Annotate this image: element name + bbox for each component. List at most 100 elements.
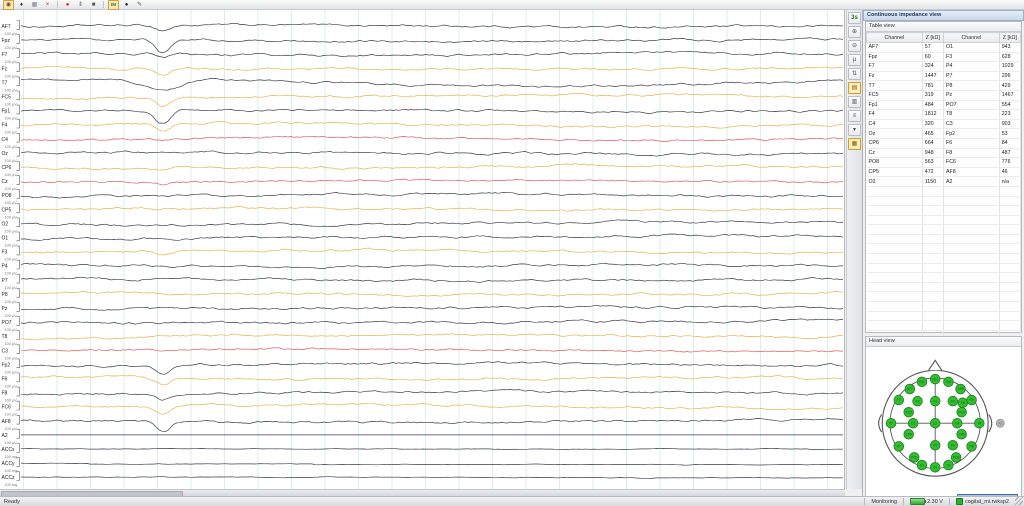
view-mode-button[interactable]: ▤ [848,82,861,94]
impedance-cell: 776 [999,158,1020,168]
svg-text:100 µV: 100 µV [5,173,18,177]
resize-grip[interactable] [1015,497,1023,505]
electrode-label: CP5 [905,432,912,436]
impedance-row: Fpz60F3628 [867,52,1021,62]
svg-text:100 µV: 100 µV [5,356,18,360]
status-monitoring: Monitoring [868,499,900,505]
eeg-trace-ACCx [21,448,843,449]
svg-text:ACCx: ACCx [2,447,16,453]
annotate-icon[interactable]: ✎ [134,0,145,10]
svg-text:100 µV: 100 µV [5,385,18,389]
battery-icon [910,498,925,505]
svg-text:A2: A2 [2,433,8,439]
impedance-cell: Cz [867,148,923,158]
impedance-cell: 781 [922,81,943,91]
svg-text:Fp2: Fp2 [2,362,11,368]
impedance-empty-row [867,292,1021,302]
impedance-cell: CP5 [867,167,923,177]
pause-icon[interactable]: ‖ [75,0,86,10]
electrode-label: Pz [933,443,937,447]
electrode-label: T7 [889,421,893,425]
monitor-icon[interactable]: ◉ [3,0,14,10]
eeg-trace-CP6 [21,164,843,171]
timebase-button[interactable]: 3s [848,12,861,24]
impedance-cell: AF7 [867,43,923,53]
impedance-empty-row [867,282,1021,292]
impedance-panel-title: Continuous impedance view [863,10,1024,21]
stop-monitor-icon[interactable]: × [42,0,53,10]
svg-text:100 mg: 100 mg [5,483,18,487]
record-icon[interactable]: ● [62,0,73,10]
impedance-cell: 903 [999,119,1020,129]
svg-text:P7: P7 [2,278,8,284]
svg-text:100 µV: 100 µV [5,399,18,403]
zoom-out-button[interactable]: ⊖ [848,40,861,52]
svg-text:PO8: PO8 [2,193,12,199]
impedance-check-icon[interactable]: IM [108,0,119,10]
impedance-cell: 57 [922,43,943,53]
zoom-in-button[interactable]: ⊕ [848,26,861,38]
impedance-cell: T8 [943,110,999,120]
impedance-cell: 563 [922,158,943,168]
table-view-label: Table view [866,22,1021,32]
svg-text:100 µV: 100 µV [5,427,18,431]
impedance-cell: 472 [922,167,943,177]
svg-text:T7: T7 [2,80,8,86]
eeg-trace-ACCz [21,477,843,479]
svg-text:F8: F8 [2,391,8,397]
impedance-cell: C3 [943,119,999,129]
svg-text:Pz: Pz [2,306,8,312]
electrode-label: Fz [933,399,937,403]
eeg-trace-AF8 [21,418,843,431]
impedance-view-button[interactable]: ▦ [848,138,861,150]
toolbar-separator [103,1,104,8]
electrode-label: AF7 [906,387,912,391]
svg-text:100 µV: 100 µV [5,244,18,248]
status-battery: 2.30 V [907,498,946,505]
impedance-row: F7324P41029 [867,62,1021,72]
svg-text:100 µV: 100 µV [5,103,18,107]
svg-text:F4: F4 [2,123,8,129]
electrode-label: Cz [933,421,937,425]
electrode-label: O2 [946,463,951,467]
eeg-trace-Fz [21,66,843,75]
horizontal-scrollbar[interactable] [0,489,845,496]
impedance-cell: Fz [867,71,923,81]
battery-voltage: 2.30 V [927,499,943,505]
svg-text:100 µV: 100 µV [5,286,18,290]
svg-text:FC6: FC6 [2,405,12,411]
table-view-group: Table view ChannelZ [kΩ]ChannelZ [kΩ] AF… [865,21,1022,333]
svg-text:P8: P8 [2,292,8,298]
impedance-cell: P7 [943,71,999,81]
electrode-label: A2 [998,421,1002,425]
workspace-icon[interactable]: ▦ [29,0,40,10]
eeg-trace-Fpz [21,38,843,53]
test-signal-icon[interactable]: ● [121,0,132,10]
impedance-cell: P8 [943,81,999,91]
electrode-label: FC6 [958,410,964,414]
impedance-cell: 53 [999,129,1020,139]
impedance-row: AF757O1943 [867,43,1021,53]
svg-text:100 µV: 100 µV [5,370,18,374]
impedance-cell: Oz [867,129,923,139]
svg-text:AF7: AF7 [2,24,11,30]
eeg-trace-CP5 [21,207,843,212]
impedance-cell: 1812 [922,110,943,120]
scale-arrows-button[interactable]: ⇅ [848,68,861,80]
svg-text:ACCz: ACCz [2,475,16,481]
impedance-cell: O1 [943,43,999,53]
impedance-column-header: Channel [867,33,923,43]
impedance-cell: P4 [943,62,999,72]
overlay-button[interactable]: ▥ [848,96,861,108]
svg-text:Cz: Cz [2,179,9,185]
electrode-label: P7 [896,445,900,449]
stop-record-icon[interactable]: ■ [88,0,99,10]
baseline-button[interactable]: ≡ [848,110,861,122]
main-toolbar: ◉♦▦×●‖■IM●✎ [0,0,1024,10]
marker-button[interactable]: ▾ [848,124,861,136]
eeg-trace-area[interactable]: AF7100 µVFpz100 µVF7100 µVFz100 µVT7100 … [0,10,845,489]
audio-icon[interactable]: ♦ [16,0,27,10]
amplitude-button[interactable]: µ [848,54,861,66]
eeg-trace-P4 [21,263,843,268]
impedance-cell: PO7 [943,100,999,110]
